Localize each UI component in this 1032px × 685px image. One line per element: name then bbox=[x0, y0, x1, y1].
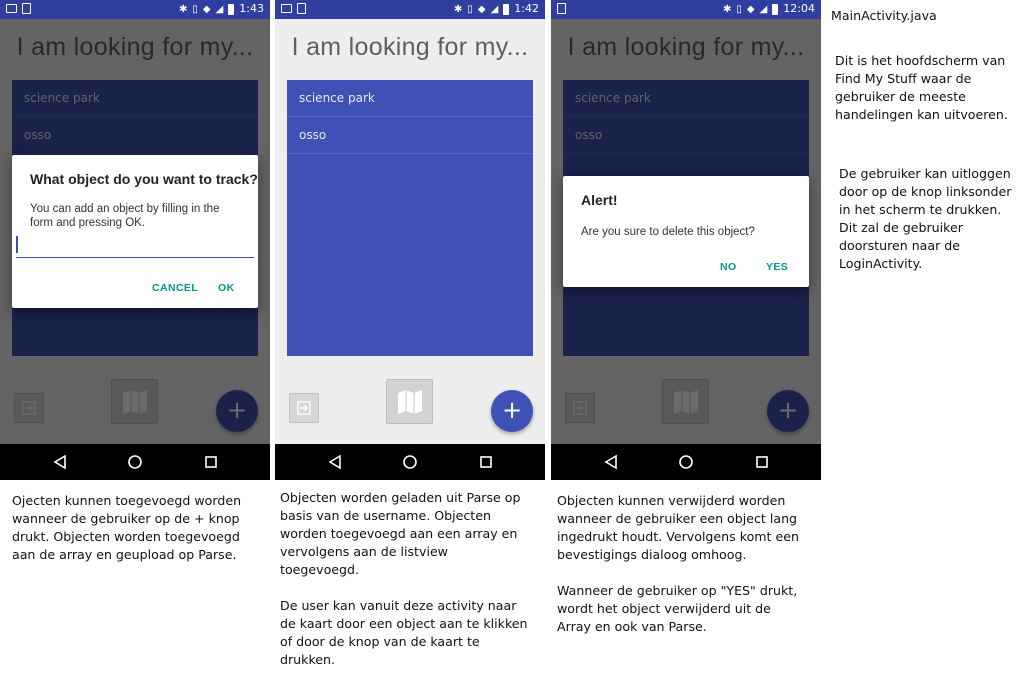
navigation-bar bbox=[551, 444, 821, 480]
wifi-icon: ◆ bbox=[477, 3, 486, 15]
vibrate-icon: ▯ bbox=[192, 3, 198, 15]
bluetooth-icon: ✱ bbox=[178, 3, 188, 15]
bluetooth-icon: ✱ bbox=[453, 3, 463, 15]
vibrate-icon: ▯ bbox=[736, 3, 742, 15]
image-icon bbox=[281, 4, 292, 13]
back-icon[interactable] bbox=[327, 454, 343, 470]
wifi-icon: ◆ bbox=[746, 3, 755, 15]
recents-icon[interactable] bbox=[478, 454, 494, 470]
status-time: 1:43 bbox=[239, 2, 264, 15]
dialog-message: You can add an object by filling in the … bbox=[30, 203, 220, 229]
phone-icon bbox=[297, 3, 306, 14]
battery-icon bbox=[503, 3, 510, 15]
battery-icon bbox=[228, 3, 235, 15]
screen-add-object: ✱ ▯ ◆ ◢ 1:43 I am looking for my... scie… bbox=[0, 0, 270, 480]
caption-main-p1: Objecten worden geladen uit Parse op bas… bbox=[280, 490, 521, 577]
navigation-bar bbox=[0, 444, 270, 480]
status-time: 12:04 bbox=[783, 2, 815, 15]
caption-delete-p1: Objecten kunnen verwijderd worden wannee… bbox=[557, 493, 799, 562]
vibrate-icon: ▯ bbox=[467, 3, 473, 15]
dialog-title: Alert! bbox=[581, 192, 618, 208]
recents-icon[interactable] bbox=[754, 454, 770, 470]
status-time: 1:42 bbox=[514, 2, 539, 15]
side-logout-note: De gebruiker kan uitloggen door op de kn… bbox=[839, 166, 1012, 271]
signal-icon: ◢ bbox=[215, 3, 224, 15]
caption-delete-p2: Wanneer de gebruiker op "YES" drukt, wor… bbox=[557, 583, 798, 634]
object-name-input[interactable] bbox=[16, 235, 254, 258]
image-icon bbox=[6, 4, 17, 13]
add-object-fab[interactable]: + bbox=[491, 390, 533, 432]
side-description: Dit is het hoofdscherm van Find My Stuff… bbox=[835, 53, 1008, 122]
home-icon[interactable] bbox=[127, 454, 143, 470]
delete-confirm-dialog: Alert! Are you sure to delete this objec… bbox=[563, 176, 809, 287]
navigation-bar bbox=[275, 444, 545, 480]
logout-button[interactable] bbox=[289, 393, 319, 423]
yes-button[interactable]: YES bbox=[766, 261, 788, 273]
status-bar: ✱ ▯ ◆ ◢ 1:43 bbox=[0, 0, 270, 19]
dialog-message: Are you sure to delete this object? bbox=[581, 226, 755, 238]
caption-delete: Objecten kunnen verwijderd worden wannee… bbox=[557, 492, 802, 636]
map-button[interactable] bbox=[386, 379, 433, 424]
home-icon[interactable] bbox=[402, 454, 418, 470]
list-item[interactable]: science park bbox=[287, 80, 533, 117]
ok-button[interactable]: OK bbox=[218, 282, 235, 294]
back-icon[interactable] bbox=[52, 454, 68, 470]
caption-main: Objecten worden geladen uit Parse op bas… bbox=[280, 489, 530, 669]
signal-icon: ◢ bbox=[759, 3, 768, 15]
back-icon[interactable] bbox=[603, 454, 619, 470]
text-cursor bbox=[16, 236, 18, 253]
bluetooth-icon: ✱ bbox=[722, 3, 732, 15]
object-list: science park osso bbox=[287, 80, 533, 356]
signal-icon: ◢ bbox=[490, 3, 499, 15]
cancel-button[interactable]: CANCEL bbox=[152, 282, 198, 294]
side-filename: MainActivity.java bbox=[831, 8, 937, 23]
phone-icon bbox=[22, 3, 31, 14]
list-item[interactable]: osso bbox=[287, 117, 533, 154]
home-icon[interactable] bbox=[678, 454, 694, 470]
status-bar: ✱ ▯ ◆ ◢ 12:04 bbox=[551, 0, 821, 19]
logout-icon bbox=[297, 401, 311, 415]
battery-icon bbox=[772, 3, 779, 15]
map-icon bbox=[398, 390, 422, 414]
status-bar: ✱ ▯ ◆ ◢ 1:42 bbox=[275, 0, 545, 19]
add-object-dialog: What object do you want to track? You ca… bbox=[12, 155, 258, 308]
app-title: I am looking for my... bbox=[291, 33, 529, 61]
phone-icon bbox=[557, 3, 566, 14]
no-button[interactable]: NO bbox=[720, 261, 737, 273]
screen-main: ✱ ▯ ◆ ◢ 1:42 I am looking for my... scie… bbox=[275, 0, 545, 480]
caption-main-p2: De user kan vanuit deze activity naar de… bbox=[280, 598, 528, 667]
screen-delete-object: ✱ ▯ ◆ ◢ 12:04 I am looking for my... sci… bbox=[551, 0, 821, 480]
recents-icon[interactable] bbox=[203, 454, 219, 470]
dialog-title: What object do you want to track? bbox=[30, 171, 258, 187]
caption-add: Ojecten kunnen toegevoegd worden wanneer… bbox=[12, 493, 242, 562]
wifi-icon: ◆ bbox=[202, 3, 211, 15]
